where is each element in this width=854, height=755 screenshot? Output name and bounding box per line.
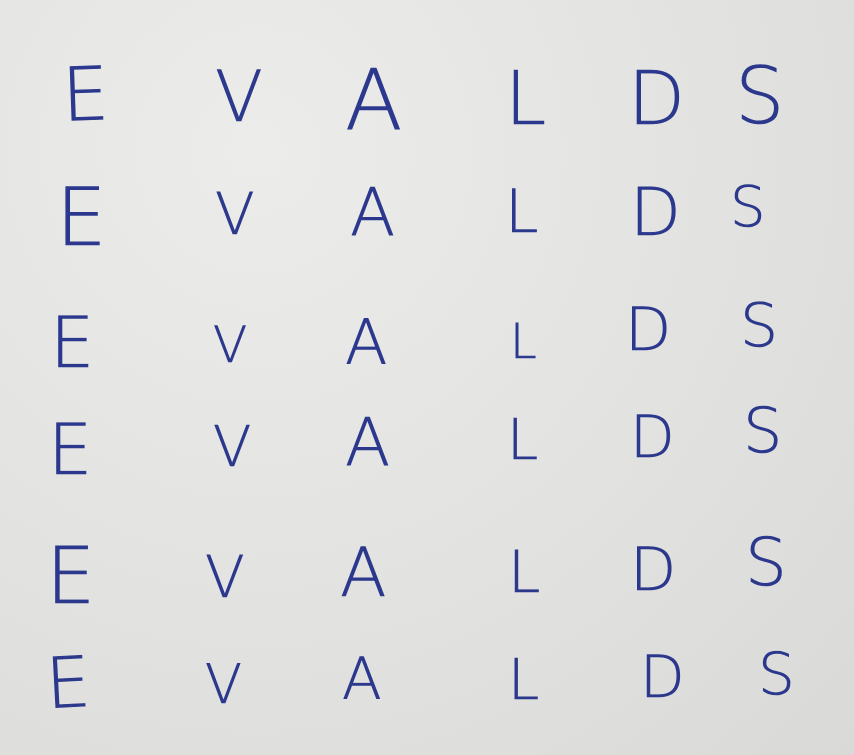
handwritten-letter: A bbox=[342, 645, 382, 713]
handwritten-letter: S bbox=[730, 175, 766, 240]
handwritten-letter: V bbox=[213, 316, 248, 374]
handwritten-letter: A bbox=[345, 306, 388, 379]
handwriting-sheet: EVALDSEVALDSEVALDSEVALDSEVALDSEVALDS bbox=[0, 0, 854, 755]
handwritten-letter: D bbox=[640, 643, 685, 711]
handwritten-letter: S bbox=[745, 524, 788, 601]
handwritten-letter: L bbox=[510, 314, 537, 370]
handwritten-letter: L bbox=[507, 408, 539, 473]
handwritten-letter: D bbox=[630, 535, 677, 605]
handwritten-letter: A bbox=[345, 51, 403, 149]
handwritten-letter: V bbox=[213, 415, 252, 480]
handwritten-letter: S bbox=[743, 394, 783, 467]
handwritten-letter: V bbox=[205, 653, 243, 716]
handwritten-letter: S bbox=[735, 52, 785, 142]
handwritten-letter: V bbox=[215, 56, 263, 138]
handwritten-letter: A bbox=[350, 174, 396, 251]
handwritten-letter: L bbox=[508, 538, 541, 606]
handwritten-letter: S bbox=[758, 640, 795, 708]
handwritten-letter: E bbox=[43, 640, 93, 726]
handwritten-letter: V bbox=[215, 180, 255, 248]
handwritten-letter: S bbox=[740, 291, 779, 361]
handwritten-letter: A bbox=[345, 404, 391, 481]
handwritten-letter: E bbox=[60, 51, 111, 139]
handwritten-letter: L bbox=[508, 648, 540, 713]
handwritten-letter: L bbox=[505, 177, 539, 247]
handwritten-letter: D bbox=[630, 174, 681, 251]
handwritten-letter: L bbox=[505, 56, 547, 142]
handwritten-letter: D bbox=[630, 403, 675, 471]
handwritten-letter: E bbox=[46, 532, 96, 622]
handwritten-letter: A bbox=[340, 534, 387, 613]
handwritten-letter: E bbox=[56, 171, 107, 264]
handwritten-letter: D bbox=[625, 295, 672, 365]
handwritten-letter: V bbox=[205, 543, 245, 611]
handwritten-letter: E bbox=[50, 302, 95, 384]
handwritten-letter: E bbox=[48, 409, 93, 491]
handwritten-letter: D bbox=[628, 56, 686, 142]
